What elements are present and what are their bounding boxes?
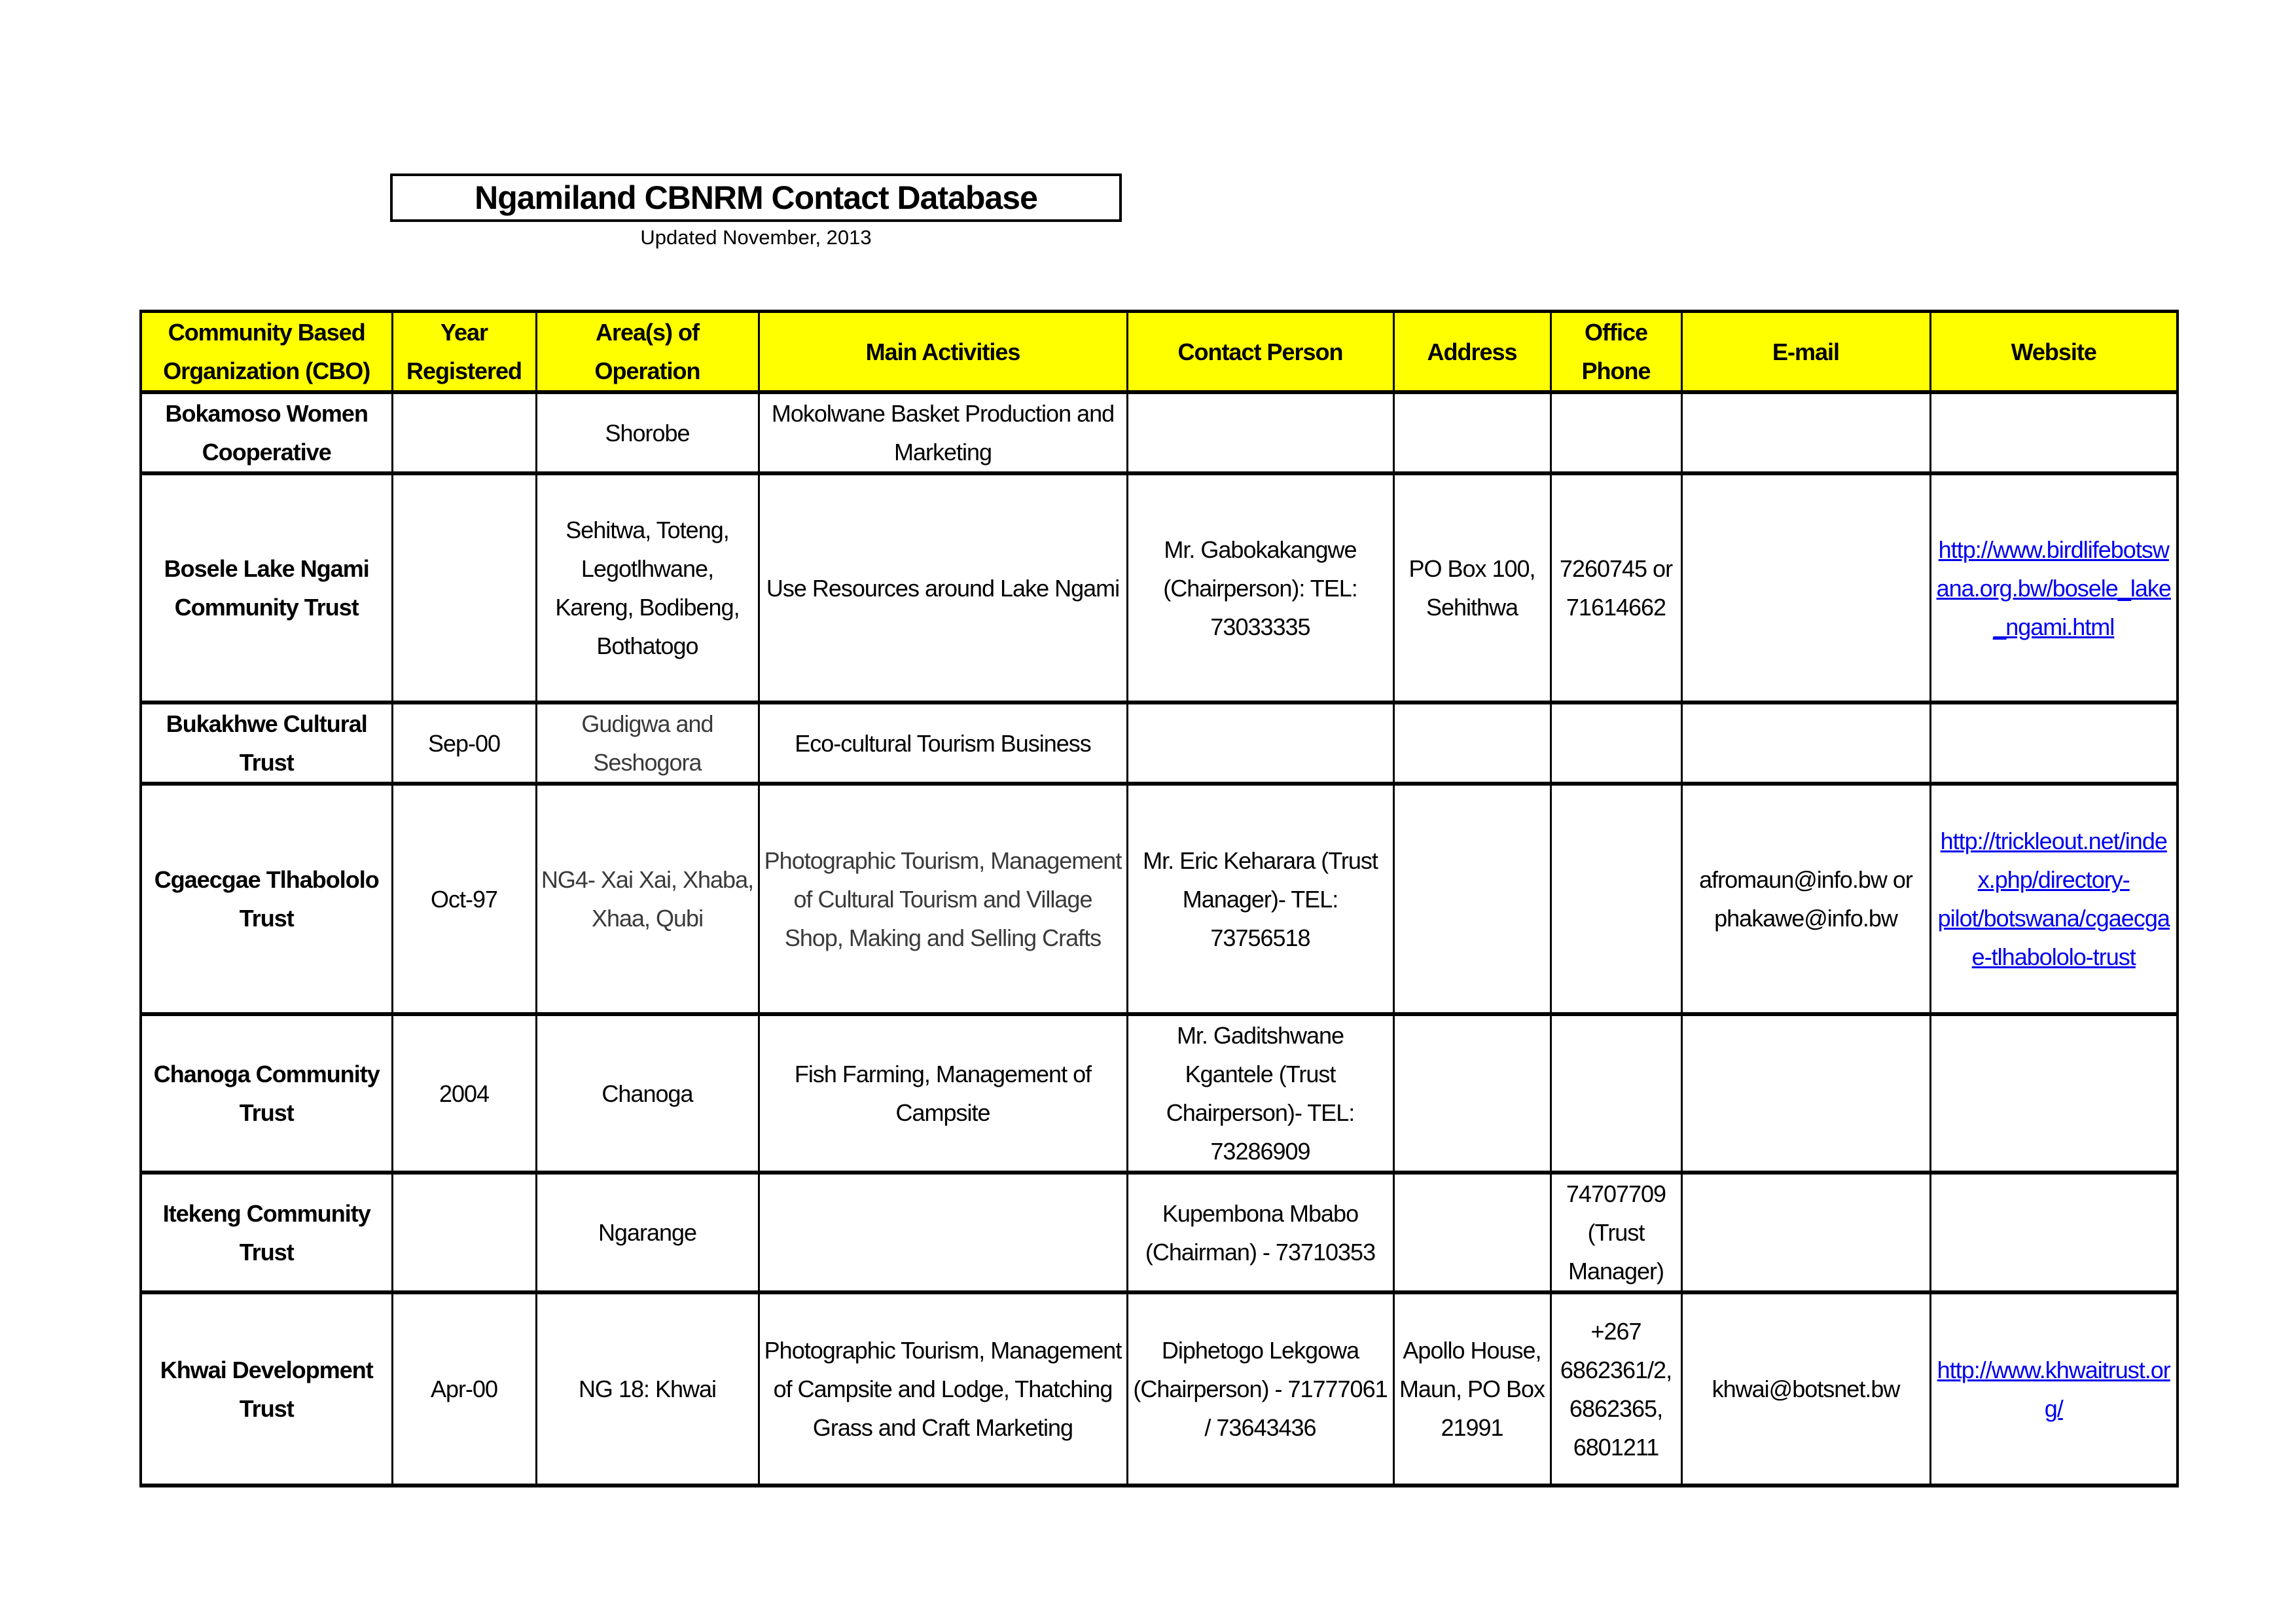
address-cell — [1392, 1171, 1552, 1294]
cbo-cell: Chanoga Community Trust — [139, 1013, 393, 1175]
contact-cell: Diphetogo Lekgowa (Chairperson) - 717770… — [1126, 1291, 1395, 1487]
cbo-cell: Cgaecgae Tlhabololo Trust — [139, 782, 393, 1016]
activities-cell: Photographic Tourism, Management of Cult… — [757, 782, 1128, 1016]
area-cell: NG 18: Khwai — [535, 1291, 760, 1487]
address-cell: PO Box 100, Sehithwa — [1392, 472, 1552, 704]
contact-cell: Kupembona Mbabo (Chairman) - 73710353 — [1126, 1171, 1395, 1294]
activities-cell: Fish Farming, Management of Campsite — [757, 1013, 1128, 1175]
year-cell — [391, 472, 537, 704]
cbo-cell: Bokamoso Women Cooperative — [139, 391, 393, 475]
year-cell — [391, 1171, 537, 1294]
website-cell: http://trickleout.net/index.php/director… — [1929, 782, 2179, 1016]
address-cell — [1392, 1013, 1552, 1175]
email-cell — [1680, 472, 1931, 704]
table-row: Itekeng Community Trust Ngarange Kupembo… — [139, 1171, 2179, 1294]
phone-cell — [1549, 782, 1683, 1016]
area-cell: Shorobe — [535, 391, 760, 475]
phone-cell: +267 6862361/2, 6862365, 6801211 — [1549, 1291, 1683, 1487]
year-cell — [391, 391, 537, 475]
activities-cell: Eco-cultural Tourism Business — [757, 701, 1128, 786]
activities-cell: Photographic Tourism, Management of Camp… — [757, 1291, 1128, 1487]
cbo-cell: Khwai Development Trust — [139, 1291, 393, 1487]
website-link[interactable]: http://trickleout.net/index.php/director… — [1938, 828, 2170, 970]
column-header-year-registered: Year Registered — [391, 310, 537, 394]
phone-cell — [1549, 1013, 1683, 1175]
address-cell: Apollo House, Maun, PO Box 21991 — [1392, 1291, 1552, 1487]
email-cell — [1680, 1171, 1931, 1294]
cbo-cell: Itekeng Community Trust — [139, 1171, 393, 1294]
address-cell — [1392, 391, 1552, 475]
area-cell: Gudigwa and Seshogora — [535, 701, 760, 786]
phone-cell: 74707709 (Trust Manager) — [1549, 1171, 1683, 1294]
email-cell — [1680, 701, 1931, 786]
document-subtitle: Updated November, 2013 — [640, 226, 872, 249]
website-cell — [1929, 1171, 2179, 1294]
contact-cell: Mr. Gabokakangwe (Chairperson): TEL: 730… — [1126, 472, 1395, 704]
table-header-row: Community Based Organization (CBO) Year … — [139, 310, 2179, 394]
year-cell: 2004 — [391, 1013, 537, 1175]
phone-cell — [1549, 391, 1683, 475]
website-cell — [1929, 1013, 2179, 1175]
column-header-website: Website — [1929, 310, 2179, 394]
area-cell: Chanoga — [535, 1013, 760, 1175]
website-cell — [1929, 391, 2179, 475]
column-header-address: Address — [1392, 310, 1552, 394]
address-cell — [1392, 782, 1552, 1016]
email-cell: khwai@botsnet.bw — [1680, 1291, 1931, 1487]
website-cell — [1929, 701, 2179, 786]
website-link[interactable]: http://www.khwaitrust.org/ — [1937, 1357, 2171, 1422]
activities-cell: Mokolwane Basket Production and Marketin… — [757, 391, 1128, 475]
phone-cell: 7260745 or 71614662 — [1549, 472, 1683, 704]
table-row: Chanoga Community Trust 2004 Chanoga Fis… — [139, 1013, 2179, 1175]
column-header-cbo: Community Based Organization (CBO) — [139, 310, 393, 394]
email-cell: afromaun@info.bw or phakawe@info.bw — [1680, 782, 1931, 1016]
table-row: Khwai Development Trust Apr-00 NG 18: Kh… — [139, 1291, 2179, 1487]
column-header-email: E-mail — [1680, 310, 1931, 394]
table-row: Bosele Lake Ngami Community Trust Sehitw… — [139, 472, 2179, 704]
year-cell: Apr-00 — [391, 1291, 537, 1487]
area-cell: Ngarange — [535, 1171, 760, 1294]
cbo-cell: Bukakhwe Cultural Trust — [139, 701, 393, 786]
email-cell — [1680, 1013, 1931, 1175]
column-header-areas-of-operation: Area(s) of Operation — [535, 310, 760, 394]
contact-cell — [1126, 701, 1395, 786]
year-cell: Oct-97 — [391, 782, 537, 1016]
column-header-office-phone: Office Phone — [1549, 310, 1683, 394]
area-cell: NG4- Xai Xai, Xhaba, Xhaa, Qubi — [535, 782, 760, 1016]
table-row: Cgaecgae Tlhabololo Trust Oct-97 NG4- Xa… — [139, 782, 2179, 1016]
contact-cell — [1126, 391, 1395, 475]
area-cell: Sehitwa, Toteng, Legotlhwane, Kareng, Bo… — [535, 472, 760, 704]
column-header-contact-person: Contact Person — [1126, 310, 1395, 394]
address-cell — [1392, 701, 1552, 786]
table-row: Bokamoso Women Cooperative Shorobe Mokol… — [139, 391, 2179, 475]
contact-cell: Mr. Eric Keharara (Trust Manager)- TEL: … — [1126, 782, 1395, 1016]
website-cell: http://www.birdlifebotswana.org.bw/bosel… — [1929, 472, 2179, 704]
cbo-cell: Bosele Lake Ngami Community Trust — [139, 472, 393, 704]
website-link[interactable]: http://www.birdlifebotswana.org.bw/bosel… — [1937, 536, 2172, 640]
contact-cell: Mr. Gaditshwane Kgantele (Trust Chairper… — [1126, 1013, 1395, 1175]
phone-cell — [1549, 701, 1683, 786]
email-cell — [1680, 391, 1931, 475]
activities-cell: Use Resources around Lake Ngami — [757, 472, 1128, 704]
activities-cell — [757, 1171, 1128, 1294]
year-cell: Sep-00 — [391, 701, 537, 786]
table-row: Bukakhwe Cultural Trust Sep-00 Gudigwa a… — [139, 701, 2179, 786]
contact-table: Community Based Organization (CBO) Year … — [139, 310, 2179, 1487]
document-title: Ngamiland CBNRM Contact Database — [390, 173, 1122, 222]
website-cell: http://www.khwaitrust.org/ — [1929, 1291, 2179, 1487]
column-header-main-activities: Main Activities — [757, 310, 1128, 394]
